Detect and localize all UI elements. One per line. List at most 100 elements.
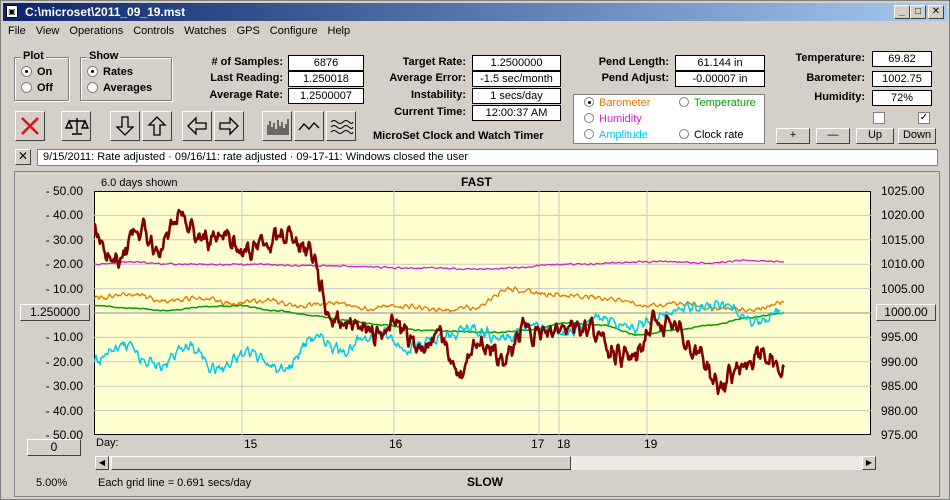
show-group: Show [80,50,172,101]
line-view-button[interactable] [294,111,324,141]
left-checkbox[interactable] [873,112,885,124]
temperature-label: Temperature: [795,52,865,64]
menu-configure[interactable]: Configure [265,23,323,39]
right-tick-label: 1025.00 [881,184,925,198]
temperature-field: 69.82 [872,51,932,67]
right-tick-label: 1010.00 [881,257,925,272]
title-bar: ▣ C:\microset\2011_09_19.mst _ □ ✕ [3,3,947,21]
left-tick-label: - 10.00 [45,281,83,296]
day-axis-label: Day: [96,437,119,449]
minus-button[interactable]: — [816,128,850,144]
legend-barometer[interactable]: Barometer [584,97,650,109]
menu-view[interactable]: View [31,23,65,39]
close-status-button[interactable]: ✕ [15,149,31,165]
samples-field: 6876 [288,55,364,71]
maximize-button[interactable]: □ [910,5,926,19]
day-tick-label: 15 [244,437,258,451]
days-shown-label: 6.0 days shown [101,177,178,189]
average-rate-field: 1.2500007 [288,88,364,104]
clear-data-button[interactable] [15,111,45,141]
noise-wave-icon [330,120,354,134]
day-tick-label: 18 [557,437,571,451]
pend-adjust-label: Pend Adjust: [601,72,669,84]
right-tick-label: 995.00 [881,330,918,345]
left-tick-label: - 20.00 [45,354,83,369]
menu-gps[interactable]: GPS [232,23,265,39]
balance-scale-icon [65,118,89,135]
up-button[interactable]: Up [856,128,894,144]
minimize-button[interactable]: _ [894,5,910,19]
pend-adjust-field: -0.00007 in [675,71,765,87]
legend-humidity-label: Humidity [599,113,642,125]
center-rate-button[interactable]: 1.250000 [20,304,90,321]
scroll-thumb[interactable] [111,456,571,470]
left-tick-label: - 50.00 [45,428,83,442]
menu-help[interactable]: Help [323,23,356,39]
average-rate-label: Average Rate: [209,89,283,101]
show-averages-label: Averages [103,82,153,94]
app-icon[interactable]: ▣ [6,5,18,18]
down-arrow-button[interactable] [110,111,140,141]
close-window-button[interactable]: ✕ [928,5,944,19]
left-arrow-button[interactable] [182,111,212,141]
radio-dot-icon [584,129,594,139]
pend-length-field: 61.144 in [675,55,765,71]
left-tick-label: - 30.00 [45,232,83,247]
legend-temperature-label: Temperature [694,97,756,109]
chart-scrollbar[interactable]: ◀ ▶ [94,455,877,471]
show-group-title: Show [87,50,121,62]
plot-off-radio[interactable]: Off [21,82,53,94]
legend-amplitude[interactable]: Amplitude [584,129,648,141]
right-tick-label: 975.00 [881,428,918,442]
zoom-percent: 5.00% [36,477,68,489]
up-arrow-button[interactable] [142,111,172,141]
radio-dot-icon [679,129,689,139]
plus-button[interactable]: + [776,128,810,144]
radio-dot-icon [584,97,594,107]
show-averages-radio[interactable]: Averages [87,82,152,94]
series-legend: Barometer Temperature Humidity Amplitude… [573,94,765,144]
arrow-right-icon [219,116,239,136]
legend-clock-rate[interactable]: Clock rate [679,129,744,141]
menu-file[interactable]: File [3,23,31,39]
plot-group-title: Plot [21,50,46,62]
right-tick-label: 1015.00 [881,232,925,247]
radio-dot-icon [87,66,98,77]
right-tick-label: 1005.00 [881,281,925,296]
menu-operations[interactable]: Operations [64,23,128,39]
menu-controls[interactable]: Controls [128,23,179,39]
balance-button[interactable] [61,111,91,141]
right-tick-label: 990.00 [881,354,918,369]
right-tick-label: 985.00 [881,379,918,394]
right-tick-label: 980.00 [881,403,918,418]
last-reading-field: 1.250018 [288,71,364,87]
radio-dot-icon [679,97,689,107]
last-reading-label: Last Reading: [210,72,283,84]
humidity-label: Humidity: [814,91,865,103]
current-time-field: 12:00:37 AM [472,105,561,121]
scroll-left-button[interactable]: ◀ [95,456,109,470]
plot-on-radio[interactable]: On [21,66,52,78]
legend-humidity[interactable]: Humidity [584,113,642,125]
left-tick-label: - 10.00 [45,330,83,345]
left-tick-label: - 40.00 [45,208,83,223]
pend-length-label: Pend Length: [598,56,669,68]
legend-temperature[interactable]: Temperature [679,97,756,109]
average-error-label: Average Error: [389,72,466,84]
left-tick-label: - 50.00 [45,184,83,198]
target-rate-field: 1.2500000 [472,55,561,71]
scroll-right-button[interactable]: ▶ [862,456,876,470]
day-tick-label: 17 [531,437,545,451]
fast-label: FAST [461,175,492,189]
noise-view-button[interactable] [326,111,356,141]
legend-clock-rate-label: Clock rate [694,129,744,141]
down-button[interactable]: Down [898,128,936,144]
menu-watches[interactable]: Watches [179,23,231,39]
red-x-icon [21,117,39,135]
bar-view-button[interactable] [262,111,292,141]
average-error-field: -1.5 sec/month [472,71,561,87]
show-rates-radio[interactable]: Rates [87,66,133,78]
center-barometer-button[interactable]: 1000.00 [876,304,936,321]
right-arrow-button[interactable] [214,111,244,141]
right-checkbox[interactable]: ✓ [918,112,930,124]
